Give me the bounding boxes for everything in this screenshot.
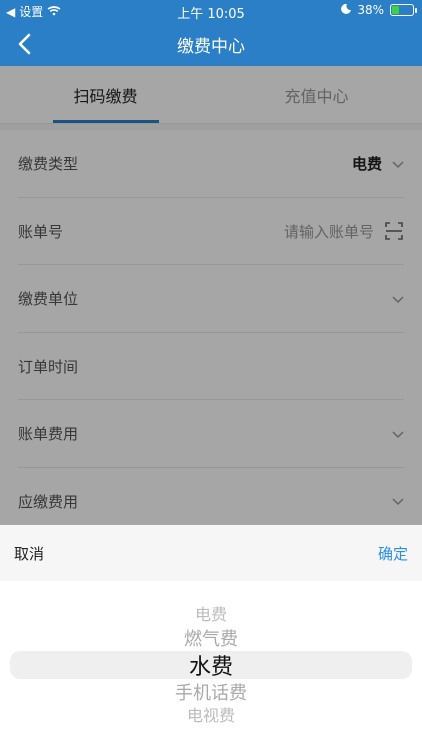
picker-toolbar: 取消 确定 [0, 525, 422, 581]
moon-icon [341, 3, 352, 17]
battery-percent: 38% [357, 3, 384, 17]
picker-option-selected[interactable]: 水费 [0, 649, 422, 681]
status-bar: ◀ 设置 上午 10:05 38% [0, 0, 422, 22]
picker-option[interactable]: 电视费 [0, 702, 422, 726]
confirm-button[interactable]: 确定 [378, 543, 408, 564]
fee-type-wheel[interactable]: 电费 燃气费 水费 手机话费 电视费 [0, 581, 422, 750]
picker-option[interactable]: 电费 [0, 601, 422, 625]
navigation-bar: 缴费中心 [0, 22, 422, 66]
picker-option[interactable]: 燃气费 [0, 625, 422, 651]
page-title: 缴费中心 [177, 37, 245, 57]
battery-icon [390, 4, 417, 16]
cancel-button[interactable]: 取消 [14, 543, 44, 564]
top-bar: ◀ 设置 上午 10:05 38% 缴费中心 [0, 0, 422, 66]
fee-type-picker-sheet: 取消 确定 电费 燃气费 水费 手机话费 电视费 [0, 525, 422, 750]
status-right: 38% [341, 3, 417, 17]
